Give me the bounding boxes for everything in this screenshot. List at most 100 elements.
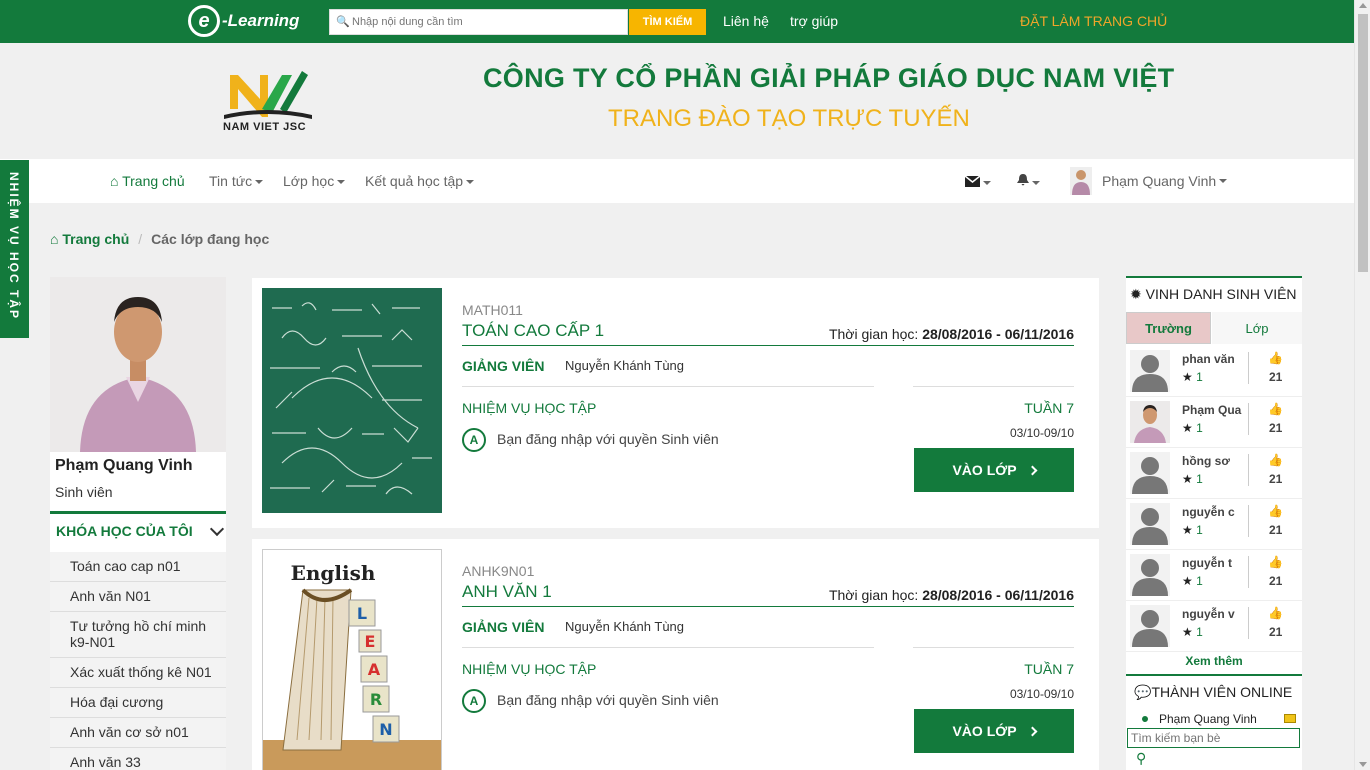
see-more-link[interactable]: Xem thêm [1126,654,1302,668]
avatar [1130,605,1170,647]
week-label: TUẦN 7 [1024,661,1074,677]
thumbs-up-icon: 👍 [1268,351,1283,365]
contact-link[interactable]: Liên hệ [723,13,769,29]
task-label: NHIỆM VỤ HỌC TẬP [462,661,597,677]
time-label: Thời gian học: [828,587,919,603]
star-count: 1 [1196,625,1203,639]
honor-title: ✹ VINH DANH SINH VIÊN [1130,286,1297,303]
breadcrumb-home[interactable]: ⌂ Trang chủ [50,231,129,247]
page-scrollbar[interactable] [1354,0,1370,770]
course-card: MATH011 TOÁN CAO CẤP 1 Thời gian học: 28… [252,278,1099,528]
home-icon: ⌂ [50,231,59,247]
avatar [1130,401,1170,443]
star-count: 1 [1196,523,1203,537]
nav-news-label: Tin tức [209,173,253,189]
course-item[interactable]: Anh văn cơ sở n01 [50,718,226,748]
my-courses-header[interactable]: KHÓA HỌC CỦA TÔI [50,511,226,549]
help-link[interactable]: trợ giúp [790,13,838,29]
week-label: TUẦN 7 [1024,400,1074,416]
thumbs-up-icon: 👍 [1268,453,1283,467]
scroll-up-icon[interactable] [1359,3,1367,8]
nav-home[interactable]: ⌂ Trang chủ [110,173,185,189]
breadcrumb-home-label: Trang chủ [62,231,130,247]
enter-class-button[interactable]: VÀO LỚP [914,709,1074,753]
course-title[interactable]: TOÁN CAO CẤP 1 [462,321,604,341]
company-name: CÔNG TY CỔ PHẦN GIẢI PHÁP GIÁO DỤC NAM V… [483,63,1175,93]
honor-students-panel: ✹ VINH DANH SINH VIÊN Trường Lớp phan vă… [1126,276,1302,674]
divider [913,386,1074,387]
list-item[interactable]: phan văn ★ 1 👍 21 [1126,346,1302,397]
course-item[interactable]: Tư tưởng hồ chí minh k9-N01 [50,612,226,658]
nav-classes[interactable]: Lớp học [283,173,346,189]
student-stars: ★ 1 [1182,472,1203,486]
course-time: Thời gian học: 28/08/2016 - 06/11/2016 [829,326,1074,342]
block-letter-a: A [368,660,381,679]
chevron-down-icon [209,521,225,537]
star-count: 1 [1196,421,1203,435]
star-icon: ★ [1182,472,1193,486]
bell-icon [1017,174,1029,186]
caret-down-icon [255,180,264,185]
student-name: nguyễn c [1182,505,1235,519]
notifications-menu[interactable] [1017,174,1040,190]
divider [1248,556,1249,588]
avatar [1130,452,1170,494]
course-thumbnail-english[interactable]: L E A R N English [262,549,442,770]
course-thumbnail-math[interactable] [262,288,442,513]
star-icon: ★ [1182,421,1193,435]
honor-title-label: VINH DANH SINH VIÊN [1145,286,1297,302]
online-user[interactable]: Phạm Quang Vinh [1142,712,1257,726]
caret-down-icon [983,181,991,186]
block-letter-r: R [370,690,382,709]
tab-class[interactable]: Lớp [1212,312,1302,344]
site-header: NAM VIET JSC CÔNG TY CỔ PHẦN GIẢI PHÁP G… [0,43,1354,159]
student-score: 21 [1269,574,1283,588]
student-name: Phạm Qua [1182,403,1242,417]
list-item[interactable]: nguyễn t ★ 1 👍 21 [1126,550,1302,601]
course-title[interactable]: ANH VĂN 1 [462,582,552,602]
lecturer-label: GIẢNG VIÊN [462,358,545,374]
search-button[interactable]: TÌM KIẾM [629,9,706,35]
elearning-logo[interactable]: e -Learning [188,4,299,38]
messages-menu[interactable] [964,174,991,190]
course-item[interactable]: Xác xuất thống kê N01 [50,658,226,688]
list-item[interactable]: hồng sơ ★ 1 👍 21 [1126,448,1302,499]
course-item[interactable]: Hóa đại cương [50,688,226,718]
list-item[interactable]: Phạm Qua ★ 1 👍 21 [1126,397,1302,448]
tab-school[interactable]: Trường [1126,312,1211,344]
scroll-down-icon[interactable] [1359,762,1367,767]
user-menu[interactable]: Phạm Quang Vinh [1070,167,1228,195]
my-courses-label: KHÓA HỌC CỦA TÔI [56,523,193,539]
friend-search-input[interactable] [1127,728,1300,748]
breadcrumb-current: Các lớp đang học [151,231,270,247]
thumbs-up-icon: 👍 [1268,606,1283,620]
nav-results-label: Kết quả học tập [365,173,464,189]
scrollbar-thumb[interactable] [1358,14,1368,272]
task-label: NHIỆM VỤ HỌC TẬP [462,400,597,416]
student-score: 21 [1269,421,1283,435]
thumbs-up-icon: 👍 [1268,402,1283,416]
list-item[interactable]: nguyễn v ★ 1 👍 21 [1126,601,1302,652]
set-home-link[interactable]: ĐẶT LÀM TRANG CHỦ [1020,13,1167,29]
list-item[interactable]: nguyễn c ★ 1 👍 21 [1126,499,1302,550]
breadcrumb-separator: / [138,231,143,247]
star-count: 1 [1196,472,1203,486]
enter-class-button[interactable]: VÀO LỚP [914,448,1074,492]
task-text: Bạn đăng nhập với quyền Sinh viên [497,431,719,447]
online-title-label: THÀNH VIÊN ONLINE [1151,684,1293,700]
course-item[interactable]: Anh văn N01 [50,582,226,612]
mail-icon[interactable] [1284,714,1296,723]
lecturer-name: Nguyễn Khánh Tùng [565,619,685,634]
course-item[interactable]: Toán cao cap n01 [50,552,226,582]
thumbs-up-icon: 👍 [1268,555,1283,569]
divider [1248,352,1249,384]
nav-classes-label: Lớp học [283,173,335,189]
nav-news[interactable]: Tin tức [209,173,264,189]
search-input[interactable] [352,16,622,28]
course-item[interactable]: Anh văn 33 [50,748,226,770]
student-score: 21 [1269,472,1283,486]
learning-tasks-side-tab[interactable]: NHIỆM VỤ HỌC TẬP [0,160,29,338]
nav-results[interactable]: Kết quả học tập [365,173,475,189]
search-icon[interactable]: ⚲ [1136,750,1146,767]
avatar [1130,350,1170,392]
